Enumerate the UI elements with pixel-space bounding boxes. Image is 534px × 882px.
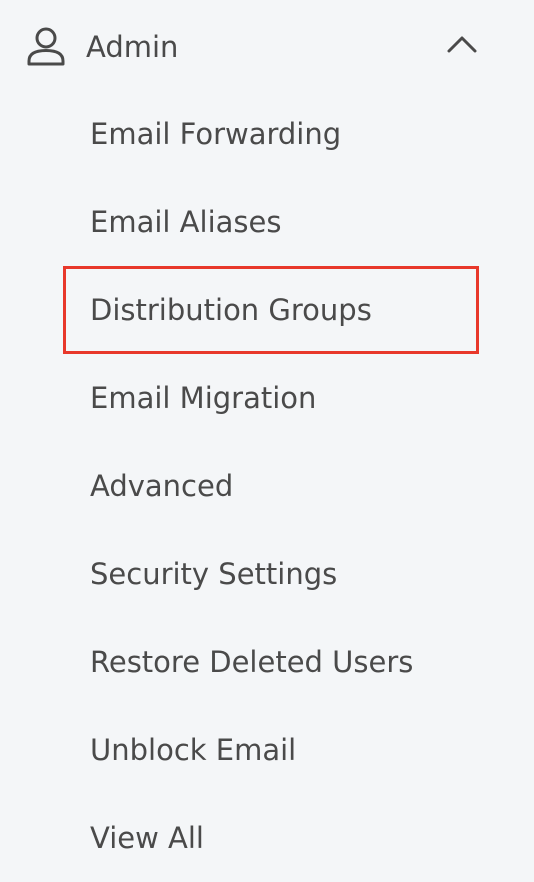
menu-item-security-settings[interactable]: Security Settings (63, 530, 479, 618)
menu-item-email-forwarding[interactable]: Email Forwarding (63, 90, 479, 178)
menu-item-label: View All (90, 821, 204, 855)
menu-item-distribution-groups[interactable]: Distribution Groups (63, 266, 479, 354)
menu-item-restore-deleted-users[interactable]: Restore Deleted Users (63, 618, 479, 706)
menu-item-email-aliases[interactable]: Email Aliases (63, 178, 479, 266)
menu-item-label: Email Migration (90, 381, 317, 415)
menu-item-view-all[interactable]: View All (63, 794, 479, 882)
admin-menu: Admin Email Forwarding Email Aliases Dis… (0, 0, 534, 880)
menu-item-unblock-email[interactable]: Unblock Email (63, 706, 479, 794)
menu-item-label: Email Aliases (90, 205, 282, 239)
menu-item-label: Advanced (90, 469, 234, 503)
menu-item-email-migration[interactable]: Email Migration (63, 354, 479, 442)
chevron-up-icon[interactable] (444, 31, 480, 57)
menu-item-label: Distribution Groups (90, 293, 372, 327)
menu-item-advanced[interactable]: Advanced (63, 442, 479, 530)
menu-item-label: Unblock Email (90, 733, 297, 767)
menu-item-label: Email Forwarding (90, 117, 342, 151)
admin-section-title: Admin (86, 30, 179, 64)
menu-item-label: Security Settings (90, 557, 338, 591)
admin-section-header[interactable]: Admin (0, 0, 534, 94)
menu-item-label: Restore Deleted Users (90, 645, 414, 679)
user-icon (27, 27, 65, 66)
